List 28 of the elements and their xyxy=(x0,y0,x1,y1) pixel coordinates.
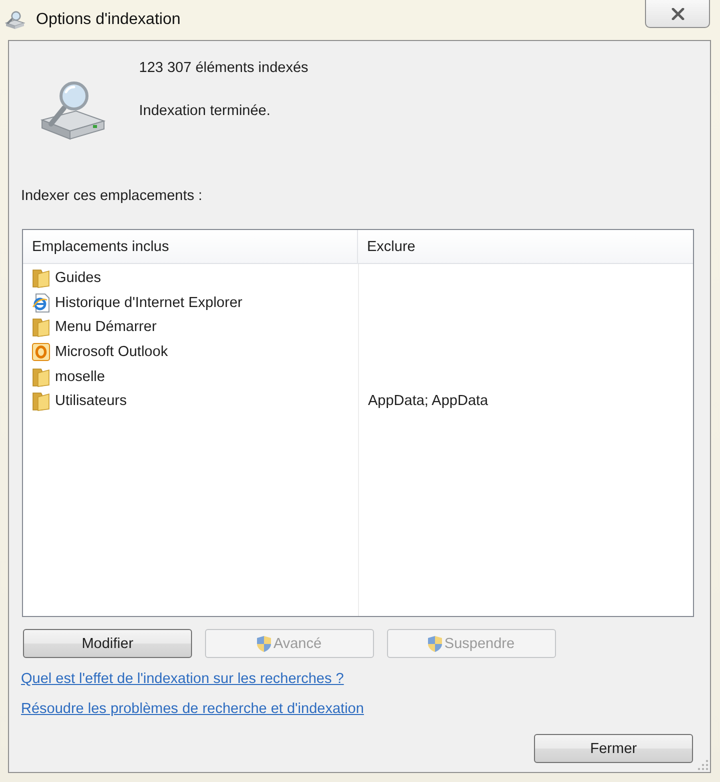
excluded-folders: AppData; AppData xyxy=(368,393,488,410)
close-icon xyxy=(670,8,684,20)
folder-icon xyxy=(32,268,50,288)
help-link[interactable]: Quel est l'effet de l'indexation sur les recherches ? xyxy=(21,670,344,688)
close-button[interactable] xyxy=(645,0,710,28)
ring-tile-icon xyxy=(32,342,50,362)
drive-search-icon xyxy=(38,80,106,140)
location-name[interactable]: moselle xyxy=(55,368,105,385)
folder-icon xyxy=(32,366,50,387)
location-name[interactable]: Utilisateurs xyxy=(55,393,127,410)
web-page-icon xyxy=(32,292,50,313)
section-label: Indexer ces emplacements : xyxy=(21,187,202,205)
column-header[interactable]: Exclure xyxy=(358,230,693,264)
indexed-count: 123 307 éléments indexés xyxy=(139,59,308,77)
close-dialog-button[interactable]: Fermer xyxy=(534,734,693,763)
resize-grip[interactable] xyxy=(698,760,708,770)
folder-icon xyxy=(32,391,50,412)
location-name[interactable]: Menu Démarrer xyxy=(55,319,157,336)
location-name[interactable]: Historique d'Internet Explorer xyxy=(55,294,242,311)
drive-search-icon xyxy=(5,11,25,29)
window-title: Options d'indexation xyxy=(36,10,180,30)
modify-button[interactable]: Modifier xyxy=(23,629,192,658)
location-name[interactable]: Guides xyxy=(55,270,101,286)
column-header[interactable]: Emplacements inclus xyxy=(23,230,358,264)
indexing-status: Indexation terminée. xyxy=(139,102,270,120)
folder-icon xyxy=(32,317,50,338)
location-name[interactable]: Microsoft Outlook xyxy=(55,344,168,360)
troubleshoot-link[interactable]: Résoudre les problèmes de recherche et d'indexation xyxy=(21,700,364,718)
